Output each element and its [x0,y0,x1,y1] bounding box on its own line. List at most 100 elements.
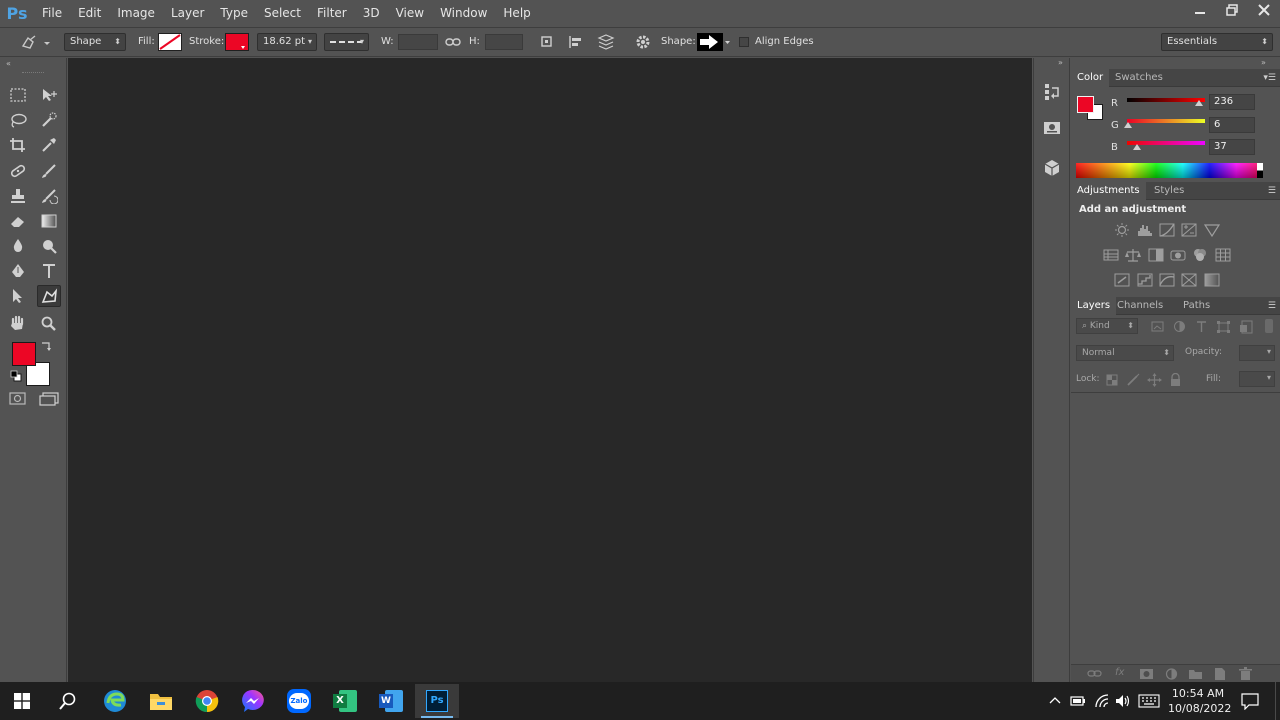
red-slider-thumb[interactable] [1195,100,1203,106]
filter-smart-object-icon[interactable] [1239,320,1255,334]
chevron-up-icon[interactable] [1049,695,1061,705]
brush-tool[interactable] [37,160,61,182]
tab-styles[interactable]: Styles [1148,182,1190,200]
exposure-icon[interactable] [1181,223,1197,237]
brightness-contrast-icon[interactable] [1114,223,1130,237]
layers-list[interactable] [1071,392,1280,662]
filter-toggle-switch[interactable] [1265,319,1273,333]
width-input[interactable] [398,34,438,50]
lock-all-icon[interactable] [1168,373,1184,387]
blue-slider-thumb[interactable] [1133,144,1141,150]
collapse-panels-icon[interactable]: » [1261,58,1266,67]
blend-mode-select[interactable]: Normal ⬍ [1076,345,1174,361]
posterize-icon[interactable] [1137,273,1153,287]
quick-selection-tool[interactable] [37,109,61,131]
menu-select[interactable]: Select [256,0,309,26]
gradient-map-icon[interactable] [1204,273,1220,287]
filter-adjustment-icon[interactable] [1172,320,1188,334]
quick-mask-button[interactable] [9,392,27,406]
tab-layers[interactable]: Layers [1071,297,1117,315]
crop-tool[interactable] [6,134,30,156]
keyboard-icon[interactable] [1138,694,1160,708]
filter-pixel-icon[interactable] [1150,320,1166,334]
lasso-tool[interactable] [6,109,30,131]
menu-window[interactable]: Window [432,0,495,26]
levels-icon[interactable] [1137,223,1153,237]
curves-icon[interactable] [1159,223,1175,237]
type-tool[interactable] [37,260,61,282]
layer-filter-select[interactable]: ⌕ Kind ⬍ [1076,318,1138,334]
color-lookup-icon[interactable] [1215,248,1231,262]
expand-panels-icon[interactable]: » [1058,58,1063,67]
healing-brush-tool[interactable] [6,160,30,182]
battery-icon[interactable] [1070,694,1086,708]
stroke-swatch[interactable] [225,33,249,51]
path-operations-button[interactable] [540,34,554,50]
lock-position-icon[interactable] [1147,373,1163,387]
menu-type[interactable]: Type [212,0,256,26]
filter-shape-icon[interactable] [1216,320,1232,334]
link-dimensions-button[interactable] [445,36,461,48]
foreground-color-swatch[interactable] [12,342,36,366]
menu-3d[interactable]: 3D [355,0,388,26]
eyedropper-tool[interactable] [37,134,61,156]
green-value-input[interactable]: 6 [1209,117,1255,133]
stroke-type-select[interactable]: ▾ [324,33,369,51]
system-clock[interactable]: 10:54 AM 10/08/2022 [1168,686,1231,716]
menu-image[interactable]: Image [109,0,163,26]
taskbar-chrome[interactable] [185,684,229,718]
tool-mode-select[interactable]: Shape ⬍ [64,33,126,51]
menu-layer[interactable]: Layer [163,0,212,26]
menu-help[interactable]: Help [495,0,538,26]
tool-preset-picker[interactable] [20,34,50,52]
fill-swatch[interactable] [158,33,182,51]
channel-mixer-icon[interactable] [1192,248,1208,262]
restore-button[interactable] [1216,0,1248,20]
clone-stamp-tool[interactable] [6,185,30,207]
minimize-button[interactable] [1184,0,1216,20]
menu-edit[interactable]: Edit [70,0,109,26]
path-alignment-button[interactable] [568,34,584,50]
height-input[interactable] [485,34,523,50]
taskbar-excel[interactable]: X [323,684,367,718]
new-adjustment-layer-icon[interactable] [1164,667,1180,681]
layer-style-icon[interactable]: fx [1115,667,1124,678]
default-colors-button[interactable] [10,370,22,382]
panel-grip[interactable] [22,72,44,74]
custom-shape-tool[interactable] [37,285,61,307]
hue-saturation-icon[interactable] [1103,248,1119,262]
marquee-tool[interactable] [6,84,30,106]
dodge-tool[interactable] [37,235,61,257]
filter-type-icon[interactable] [1194,320,1210,334]
history-panel-button[interactable] [1042,82,1062,102]
start-button[interactable] [0,684,44,718]
notifications-icon[interactable] [1241,692,1259,710]
taskbar-photoshop[interactable]: Ps [415,684,459,718]
color-panel-foreground-swatch[interactable] [1077,96,1094,113]
color-balance-icon[interactable] [1125,248,1141,262]
tab-swatches[interactable]: Swatches [1109,69,1169,87]
selective-color-icon[interactable] [1181,273,1197,287]
red-slider-track[interactable] [1127,98,1205,102]
taskbar-messenger[interactable] [231,684,275,718]
taskbar-edge[interactable] [93,684,137,718]
hand-tool[interactable] [6,312,30,334]
panel-menu-icon[interactable]: ▾☰ [1263,73,1276,83]
volume-icon[interactable] [1115,693,1131,709]
trash-icon[interactable] [1238,667,1254,681]
lock-pixels-icon[interactable] [1126,373,1142,387]
move-tool[interactable] [37,84,61,106]
path-arrangement-button[interactable] [597,34,615,50]
photo-filter-icon[interactable] [1170,248,1186,262]
stroke-width-field[interactable]: 18.62 pt ▾ [257,33,317,51]
tab-channels[interactable]: Channels [1111,297,1169,315]
taskbar-zalo[interactable]: Zalo [277,684,321,718]
history-brush-tool[interactable] [37,185,61,207]
add-mask-icon[interactable] [1139,667,1155,681]
menu-filter[interactable]: Filter [309,0,355,26]
black-white-icon[interactable] [1148,248,1164,262]
new-group-icon[interactable] [1188,667,1204,681]
blue-value-input[interactable]: 37 [1209,139,1255,155]
green-slider-track[interactable] [1127,119,1205,123]
green-slider-thumb[interactable] [1124,122,1132,128]
